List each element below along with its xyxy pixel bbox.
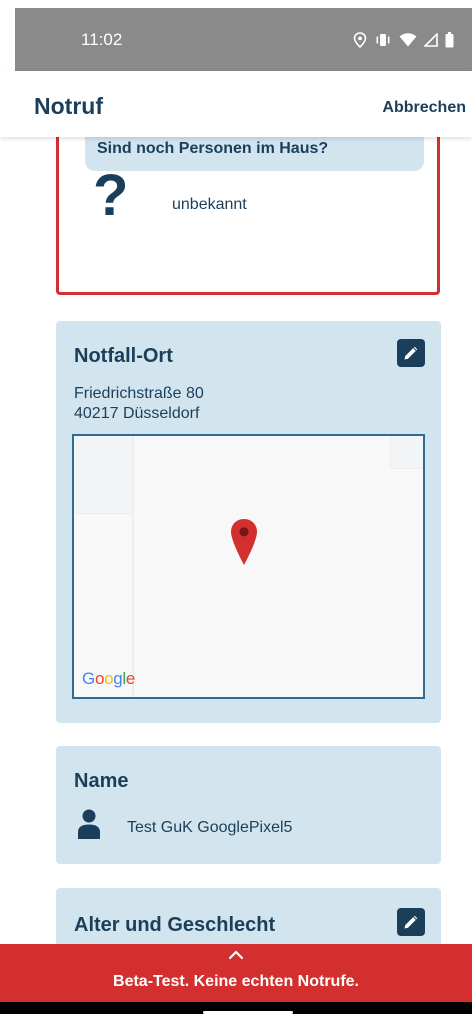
beta-banner-text: Beta-Test. Keine echten Notrufe. — [113, 973, 359, 990]
status-time: 11:02 — [81, 29, 123, 49]
edit-location-button[interactable] — [397, 339, 425, 367]
battery-icon — [445, 31, 454, 47]
vibrate-icon — [376, 33, 390, 46]
persons-question: Sind noch Personen im Haus? — [85, 137, 424, 171]
name-value: Test GuK GooglePixel5 — [127, 819, 293, 836]
edit-icon — [404, 915, 418, 929]
age-gender-card: Alter und Geschlecht — [56, 888, 441, 944]
signal-icon — [424, 32, 438, 47]
map-pin-icon — [231, 519, 257, 565]
person-icon — [78, 809, 100, 839]
name-card: Name Test GuK GooglePixel5 — [56, 746, 441, 864]
edit-age-gender-button[interactable] — [397, 908, 425, 936]
persons-card: Sind noch Personen im Haus? ? unbekannt — [56, 137, 440, 295]
scroll-content[interactable]: Sind noch Personen im Haus? ? unbekannt … — [0, 137, 472, 944]
location-icon — [353, 31, 367, 48]
age-gender-title: Alter und Geschlecht — [74, 914, 276, 936]
status-bar: 11:02 — [15, 8, 472, 71]
page-title: Notruf — [34, 93, 103, 119]
chevron-up-icon — [228, 950, 244, 960]
location-title: Notfall-Ort — [74, 345, 173, 367]
map-view[interactable]: Google — [72, 434, 425, 699]
address-city: 40217 Düsseldorf — [74, 405, 200, 422]
address-street: Friedrichstraße 80 — [74, 385, 204, 402]
persons-answer: unbekannt — [172, 196, 247, 213]
map-road — [132, 436, 134, 697]
google-logo: Google — [82, 669, 136, 688]
app-bar: Notruf Abbrechen — [0, 71, 472, 137]
map-building — [74, 436, 134, 514]
wifi-icon — [399, 32, 417, 46]
name-title: Name — [74, 770, 129, 792]
beta-banner[interactable]: Beta-Test. Keine echten Notrufe. — [0, 944, 472, 1002]
cancel-button[interactable]: Abbrechen — [382, 99, 466, 117]
map-building — [390, 436, 423, 469]
question-mark-icon: ? — [93, 163, 129, 228]
nav-bar — [0, 1002, 472, 1014]
location-card: Notfall-Ort Friedrichstraße 80 40217 Düs… — [56, 321, 441, 723]
edit-icon — [404, 346, 418, 360]
status-icons — [353, 31, 454, 48]
